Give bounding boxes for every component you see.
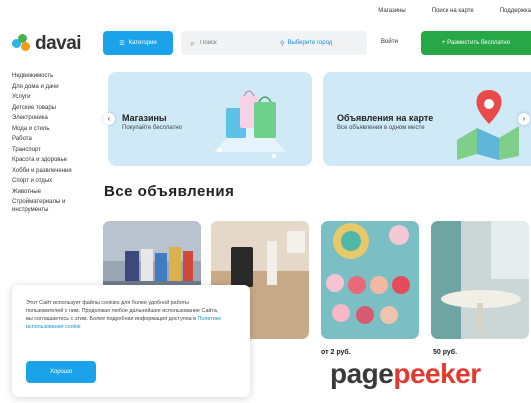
categories-label: Категории bbox=[128, 40, 157, 46]
sidebar-item-fashion[interactable]: Мода и стиль bbox=[12, 126, 92, 134]
listing-card[interactable] bbox=[321, 221, 419, 339]
logo-icon bbox=[12, 34, 32, 54]
sidebar-item-hobby[interactable]: Хобби и развлечения bbox=[12, 168, 92, 176]
cookie-accept-button[interactable]: Хорошо bbox=[26, 361, 96, 383]
watermark-text-2: peeker bbox=[393, 358, 481, 389]
topnav-map-link[interactable]: Поиск на карте bbox=[432, 8, 474, 14]
topnav-shops-link[interactable]: Магазины bbox=[378, 8, 405, 14]
sidebar-item-transport[interactable]: Транспорт bbox=[12, 147, 92, 155]
listing-price: 50 руб. bbox=[433, 349, 458, 356]
watermark: pagepeeker bbox=[330, 358, 481, 390]
location-pin-icon: ⚲ bbox=[280, 40, 285, 47]
banner-carousel: Магазины Покупайте бесплатно Объявления … bbox=[108, 72, 531, 166]
logo-text: davai bbox=[35, 33, 82, 54]
sidebar-item-beauty[interactable]: Красота и здоровье bbox=[12, 157, 92, 165]
city-label: Выберите город bbox=[287, 40, 333, 46]
sidebar-item-jobs[interactable]: Работа bbox=[12, 136, 92, 144]
logo[interactable]: davai bbox=[12, 33, 82, 55]
sidebar-item-home-garden[interactable]: Для дома и дачи bbox=[12, 84, 92, 92]
shopping-bags-illustration bbox=[214, 90, 286, 158]
watermark-text-1: page bbox=[330, 358, 394, 389]
section-title: Все объявления bbox=[104, 183, 235, 200]
menu-icon: ☰ bbox=[119, 40, 125, 47]
banner-shops[interactable]: Магазины Покупайте бесплатно bbox=[108, 72, 312, 166]
banner-map-title: Объявления на карте bbox=[337, 113, 434, 123]
sidebar-item-electronics[interactable]: Электроника bbox=[12, 115, 92, 123]
banner-shops-subtitle: Покупайте бесплатно bbox=[122, 125, 183, 131]
banner-shops-title: Магазины bbox=[122, 113, 167, 123]
login-link[interactable]: Войти bbox=[381, 39, 398, 45]
banner-map[interactable]: Объявления на карте Все объявления в одн… bbox=[323, 72, 531, 166]
sidebar-item-services[interactable]: Услуги bbox=[12, 94, 92, 102]
listing-price: от 2 руб. bbox=[321, 349, 351, 356]
top-nav: Магазины Поиск на карте Поддержка bbox=[378, 8, 531, 14]
carousel-next-button[interactable]: › bbox=[518, 113, 530, 125]
category-sidebar: Недвижимость Для дома и дачи Услуги Детс… bbox=[12, 73, 92, 217]
post-ad-button[interactable]: + Разместить бесплатно bbox=[421, 31, 531, 55]
carousel-prev-button[interactable]: ‹ bbox=[103, 113, 115, 125]
sidebar-item-building[interactable]: Стройматериалы и инструменты bbox=[12, 199, 92, 214]
banner-map-subtitle: Все объявления в одном месте bbox=[337, 125, 425, 131]
city-selector[interactable]: ⚲ Выберите город bbox=[280, 40, 332, 47]
map-illustration bbox=[457, 90, 519, 160]
header: davai ☰ Категории ⌕ ⚲ Выберите город Вой… bbox=[0, 30, 531, 58]
search-bar: ⌕ ⚲ Выберите город bbox=[181, 31, 367, 55]
cookie-banner: Этот Сайт использует файлы cookies для б… bbox=[12, 285, 250, 397]
sidebar-item-animals[interactable]: Животные bbox=[12, 189, 92, 197]
sidebar-item-sport[interactable]: Спорт и отдых bbox=[12, 178, 92, 186]
listing-card[interactable] bbox=[431, 221, 529, 339]
categories-button[interactable]: ☰ Категории bbox=[103, 31, 173, 55]
topnav-support-link[interactable]: Поддержка bbox=[500, 8, 531, 14]
cookie-text: Этот Сайт использует файлы cookies для б… bbox=[26, 300, 222, 331]
listing-photo bbox=[431, 221, 529, 339]
sidebar-item-real-estate[interactable]: Недвижимость bbox=[12, 73, 92, 81]
sidebar-item-kids[interactable]: Детские товары bbox=[12, 105, 92, 113]
search-input[interactable] bbox=[200, 40, 271, 46]
listing-photo bbox=[321, 221, 419, 339]
search-icon: ⌕ bbox=[190, 37, 196, 48]
